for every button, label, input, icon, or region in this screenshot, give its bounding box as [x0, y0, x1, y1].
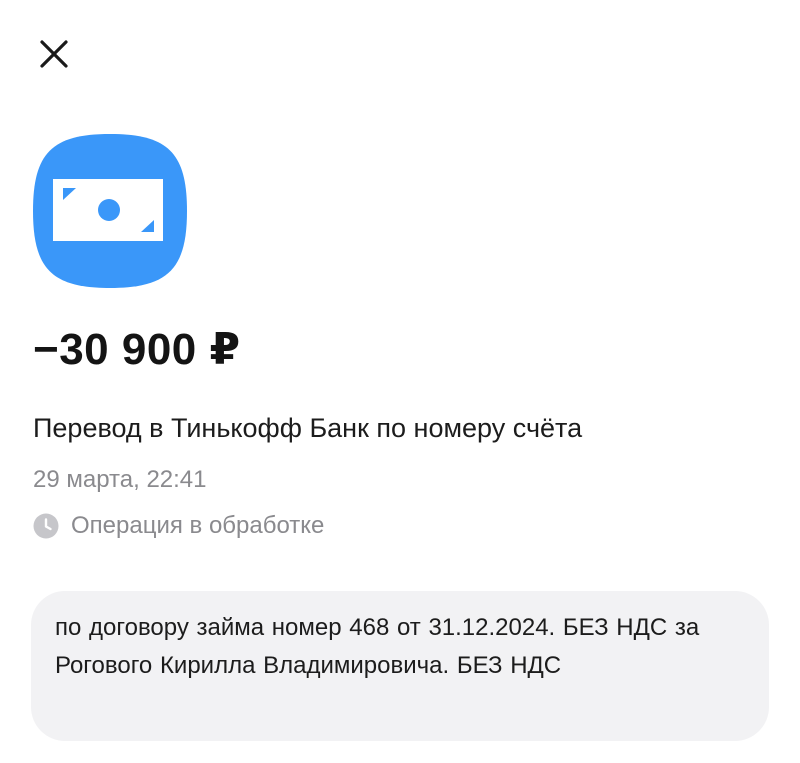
operation-datetime: 29 марта, 22:41	[33, 466, 207, 493]
operation-amount: −30 900 ₽	[33, 325, 241, 374]
close-icon	[40, 40, 68, 68]
operation-status: Операция в обработке	[33, 506, 324, 546]
status-label: Операция в обработке	[71, 512, 325, 539]
cash-transfer-icon	[33, 134, 187, 288]
clock-icon	[33, 513, 59, 539]
operation-title: Перевод в Тинькофф Банк по номеру счёта	[33, 413, 583, 443]
comment-text: по договору займа номер 468 от 31.12.202…	[55, 614, 700, 679]
close-button[interactable]	[30, 30, 78, 78]
comment-card: по договору займа номер 468 от 31.12.202…	[31, 591, 769, 741]
